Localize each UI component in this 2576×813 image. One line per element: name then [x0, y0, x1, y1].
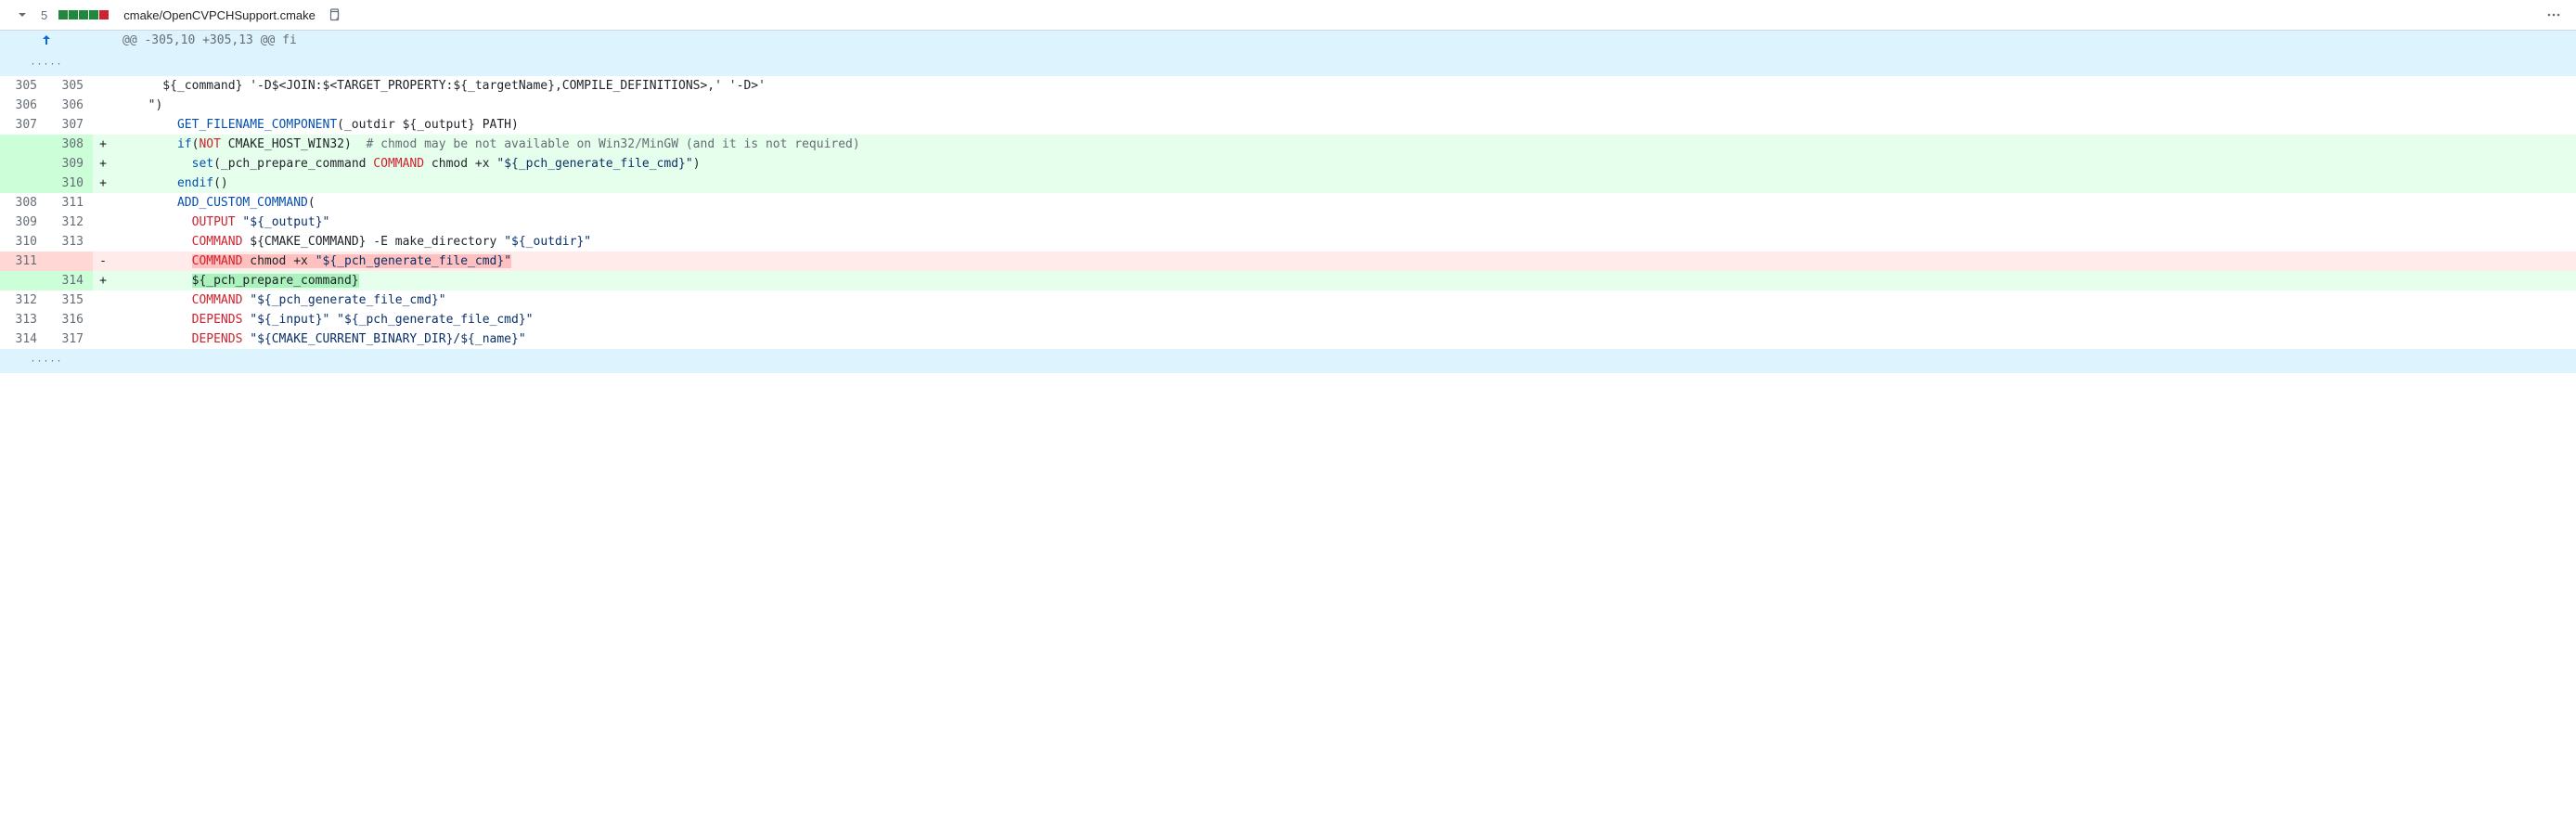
- old-line-number[interactable]: 310: [0, 232, 46, 252]
- copy-icon[interactable]: [327, 7, 341, 22]
- diff-marker: +: [93, 174, 113, 193]
- new-line-number[interactable]: [46, 252, 93, 271]
- diff-line: 305305 ${_command} '-D$<JOIN:$<TARGET_PR…: [0, 76, 2576, 96]
- new-line-number[interactable]: 309: [46, 154, 93, 174]
- diff-line: 314+ ${_pch_prepare_command}: [0, 271, 2576, 290]
- diff-line: 310+ endif(): [0, 174, 2576, 193]
- new-line-number[interactable]: 307: [46, 115, 93, 135]
- diff-line: 313316 DEPENDS "${_input}" "${_pch_gener…: [0, 310, 2576, 329]
- old-line-number[interactable]: 314: [0, 329, 46, 349]
- new-line-number[interactable]: 315: [46, 290, 93, 310]
- old-line-number[interactable]: [0, 271, 46, 290]
- chevron-down-icon[interactable]: [15, 7, 30, 22]
- old-line-number[interactable]: 309: [0, 213, 46, 232]
- new-line-number[interactable]: 316: [46, 310, 93, 329]
- diff-line: 309+ set(_pch_prepare_command COMMAND ch…: [0, 154, 2576, 174]
- diff-line: 309312 OUTPUT "${_output}": [0, 213, 2576, 232]
- diff-marker: +: [93, 154, 113, 174]
- diff-line: 311 - COMMAND chmod +x "${_pch_generate_f…: [0, 252, 2576, 271]
- expand-dots: ·····: [30, 59, 62, 70]
- diff-count: 5: [41, 8, 47, 22]
- hunk-header-row: ····· @@ -305,10 +305,13 @@ fi: [0, 31, 2576, 76]
- code-content: if(NOT CMAKE_HOST_WIN32) # chmod may be …: [113, 135, 2576, 154]
- new-line-number[interactable]: 312: [46, 213, 93, 232]
- code-content: COMMAND chmod +x "${_pch_generate_file_c…: [113, 252, 2576, 271]
- old-line-number[interactable]: 306: [0, 96, 46, 115]
- expand-bottom-row[interactable]: ·····: [0, 349, 2576, 373]
- diff-line: 306306 "): [0, 96, 2576, 115]
- diff-marker: +: [93, 271, 113, 290]
- diff-marker: -: [93, 252, 113, 271]
- diff-block-added: [69, 10, 78, 19]
- file-header-left: 5 cmake/OpenCVPCHSupport.cmake: [15, 7, 341, 22]
- old-line-number[interactable]: [0, 135, 46, 154]
- code-content: set(_pch_prepare_command COMMAND chmod +…: [113, 154, 2576, 174]
- diff-marker: [93, 290, 113, 310]
- diff-marker: [93, 96, 113, 115]
- diff-marker: [93, 76, 113, 96]
- diff-line: 308311 ADD_CUSTOM_COMMAND(: [0, 193, 2576, 213]
- expand-down-cell[interactable]: ·····: [0, 349, 93, 373]
- diff-line: 314317 DEPENDS "${CMAKE_CURRENT_BINARY_D…: [0, 329, 2576, 349]
- new-line-number[interactable]: 317: [46, 329, 93, 349]
- new-line-number[interactable]: 314: [46, 271, 93, 290]
- diff-marker: +: [93, 135, 113, 154]
- diff-block-added: [89, 10, 98, 19]
- diff-block-removed: [99, 10, 109, 19]
- old-line-number[interactable]: [0, 154, 46, 174]
- diff-marker: [93, 310, 113, 329]
- code-content: DEPENDS "${CMAKE_CURRENT_BINARY_DIR}/${_…: [113, 329, 2576, 349]
- code-content: GET_FILENAME_COMPONENT(_outdir ${_output…: [113, 115, 2576, 135]
- expand-dots: ·····: [30, 356, 62, 367]
- old-line-number[interactable]: 313: [0, 310, 46, 329]
- code-content: ADD_CUSTOM_COMMAND(: [113, 193, 2576, 213]
- code-content: COMMAND ${CMAKE_COMMAND} -E make_directo…: [113, 232, 2576, 252]
- diff-marker: [93, 193, 113, 213]
- diff-block-added: [58, 10, 68, 19]
- new-line-number[interactable]: 311: [46, 193, 93, 213]
- diff-line: 310313 COMMAND ${CMAKE_COMMAND} -E make_…: [0, 232, 2576, 252]
- code-content: endif(): [113, 174, 2576, 193]
- expand-up-icon: [39, 32, 54, 47]
- diff-line: 312315 COMMAND "${_pch_generate_file_cmd…: [0, 290, 2576, 310]
- code-content: DEPENDS "${_input}" "${_pch_generate_fil…: [113, 310, 2576, 329]
- diff-marker: [93, 329, 113, 349]
- old-line-number[interactable]: 305: [0, 76, 46, 96]
- code-content: COMMAND "${_pch_generate_file_cmd}": [113, 290, 2576, 310]
- file-header: 5 cmake/OpenCVPCHSupport.cmake: [0, 0, 2576, 31]
- code-content: ${_command} '-D$<JOIN:$<TARGET_PROPERTY:…: [113, 76, 2576, 96]
- diff-table: ····· @@ -305,10 +305,13 @@ fi 305305 ${…: [0, 31, 2576, 373]
- old-line-number[interactable]: [0, 174, 46, 193]
- filename-link[interactable]: cmake/OpenCVPCHSupport.cmake: [123, 8, 316, 22]
- diff-line: 308+ if(NOT CMAKE_HOST_WIN32) # chmod ma…: [0, 135, 2576, 154]
- expand-up-cell[interactable]: ·····: [0, 31, 93, 76]
- code-content: "): [113, 96, 2576, 115]
- new-line-number[interactable]: 308: [46, 135, 93, 154]
- diffstat: [58, 10, 109, 19]
- new-line-number[interactable]: 310: [46, 174, 93, 193]
- old-line-number[interactable]: 307: [0, 115, 46, 135]
- hunk-marker: [93, 31, 113, 76]
- diff-marker: [93, 213, 113, 232]
- diff-marker: [93, 232, 113, 252]
- code-content: OUTPUT "${_output}": [113, 213, 2576, 232]
- old-line-number[interactable]: 308: [0, 193, 46, 213]
- old-line-number[interactable]: 311: [0, 252, 46, 271]
- new-line-number[interactable]: 305: [46, 76, 93, 96]
- old-line-number[interactable]: 312: [0, 290, 46, 310]
- kebab-menu-icon[interactable]: [2546, 7, 2561, 22]
- diff-marker: [93, 115, 113, 135]
- new-line-number[interactable]: 306: [46, 96, 93, 115]
- hunk-header-text: @@ -305,10 +305,13 @@ fi: [113, 31, 2576, 76]
- new-line-number[interactable]: 313: [46, 232, 93, 252]
- code-content: ${_pch_prepare_command}: [113, 271, 2576, 290]
- diff-line: 307307 GET_FILENAME_COMPONENT(_outdir ${…: [0, 115, 2576, 135]
- diff-block-added: [79, 10, 88, 19]
